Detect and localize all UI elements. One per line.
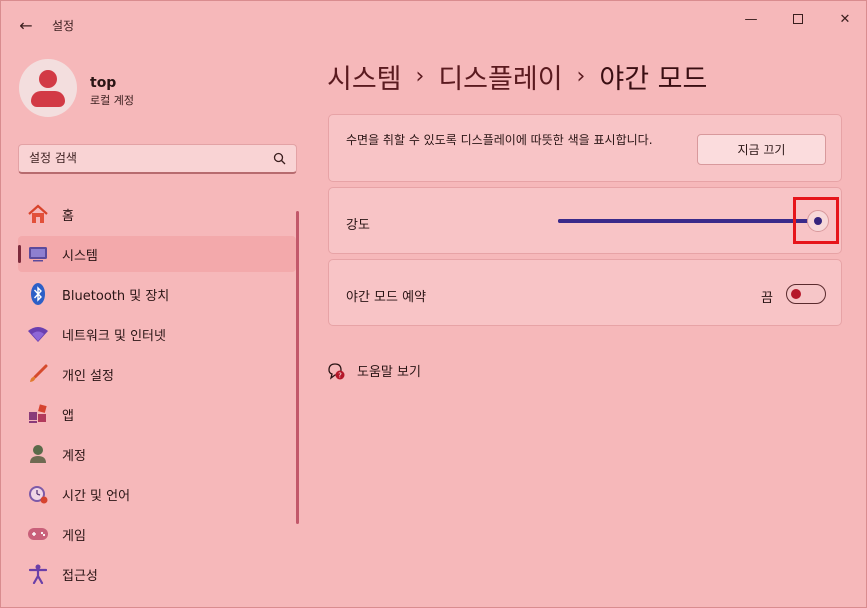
active-indicator: [18, 245, 21, 263]
sidebar-item-bluetooth[interactable]: Bluetooth 및 장치: [18, 276, 296, 312]
sidebar-item-home[interactable]: 홈: [18, 196, 296, 232]
breadcrumb-system[interactable]: 시스템: [327, 57, 402, 96]
search-input[interactable]: [29, 151, 259, 165]
highlight-annotation-box: [793, 197, 839, 244]
app-title: 설정: [52, 19, 75, 33]
wifi-icon: [27, 323, 49, 345]
home-icon: [27, 203, 49, 225]
minimize-button[interactable]: —: [733, 7, 769, 31]
accessibility-icon: [27, 563, 49, 585]
breadcrumb: 시스템 › 디스플레이 › 야간 모드: [327, 57, 707, 96]
schedule-label: 야간 모드 예약: [346, 290, 427, 305]
gamepad-icon: [27, 523, 49, 545]
sidebar-item-label: 게임: [62, 528, 86, 544]
night-light-description-card: 수면을 취할 수 있도록 디스플레이에 따뜻한 색을 표시합니다. 지금 끄기: [328, 114, 842, 182]
breadcrumb-display[interactable]: 디스플레이: [438, 57, 562, 96]
sidebar-item-gaming[interactable]: 게임: [18, 516, 296, 552]
sidebar-item-time-language[interactable]: 시간 및 언어: [18, 476, 296, 512]
night-light-description: 수면을 취할 수 있도록 디스플레이에 따뜻한 색을 표시합니다.: [346, 133, 653, 147]
sidebar-item-label: 접근성: [62, 568, 98, 584]
settings-window: ← 설정 — ✕ top 로컬 계정 홈 시스템: [0, 0, 867, 608]
schedule-toggle[interactable]: [786, 284, 826, 304]
sidebar-item-label: Bluetooth 및 장치: [62, 288, 170, 304]
user-name: top: [90, 75, 117, 91]
sidebar-item-accessibility[interactable]: 접근성: [18, 556, 296, 592]
avatar-body: [31, 91, 65, 107]
sidebar-item-personalization[interactable]: 개인 설정: [18, 356, 296, 392]
breadcrumb-separator: ›: [415, 64, 425, 89]
strength-slider-track[interactable]: [558, 219, 818, 223]
apps-icon: [27, 403, 49, 425]
help-link[interactable]: ? 도움말 보기: [327, 361, 421, 380]
turn-off-now-button[interactable]: 지금 끄기: [697, 134, 826, 165]
search-box[interactable]: [18, 144, 297, 174]
strength-slider-fill: [558, 219, 818, 223]
toggle-knob: [791, 289, 801, 299]
page-title: 야간 모드: [599, 64, 708, 95]
help-link-label: 도움말 보기: [357, 365, 421, 380]
back-arrow-icon[interactable]: ←: [13, 13, 39, 37]
schedule-toggle-state: 끔: [761, 291, 773, 306]
sidebar-item-apps[interactable]: 앱: [18, 396, 296, 432]
close-button[interactable]: ✕: [827, 7, 863, 31]
schedule-card: 야간 모드 예약 끔: [328, 259, 842, 326]
sidebar-nav: 홈 시스템 Bluetooth 및 장치 네트워크 및 인터넷 개인 설정 앱 …: [18, 196, 296, 596]
strength-label: 강도: [346, 218, 370, 233]
sidebar-item-label: 홈: [62, 208, 74, 224]
sidebar-item-label: 앱: [62, 408, 74, 424]
sidebar-item-label: 개인 설정: [62, 368, 114, 384]
bluetooth-icon: [27, 283, 49, 305]
sidebar-item-label: 계정: [62, 448, 86, 464]
search-icon[interactable]: [273, 152, 286, 168]
sidebar-item-network[interactable]: 네트워크 및 인터넷: [18, 316, 296, 352]
sidebar-item-label: 시간 및 언어: [62, 488, 131, 504]
account-type: 로컬 계정: [90, 94, 134, 107]
sidebar-item-label: 네트워크 및 인터넷: [62, 328, 166, 344]
system-icon: [27, 243, 49, 265]
sidebar-item-system[interactable]: 시스템: [18, 236, 296, 272]
maximize-button[interactable]: [780, 7, 816, 31]
sidebar-item-accounts[interactable]: 계정: [18, 436, 296, 472]
account-icon: [27, 443, 49, 465]
title-bar: ← 설정 — ✕: [1, 1, 866, 45]
brush-icon: [27, 363, 49, 385]
maximize-icon: [793, 14, 803, 24]
breadcrumb-separator: ›: [576, 64, 586, 89]
svg-text:?: ?: [338, 371, 342, 379]
sidebar-item-label: 시스템: [62, 248, 98, 264]
sidebar-scrollbar[interactable]: [296, 211, 299, 524]
time-language-icon: [27, 483, 49, 505]
strength-card: 강도: [328, 187, 842, 254]
help-icon: ?: [327, 362, 345, 380]
avatar[interactable]: [19, 59, 77, 117]
avatar-head: [39, 70, 57, 88]
